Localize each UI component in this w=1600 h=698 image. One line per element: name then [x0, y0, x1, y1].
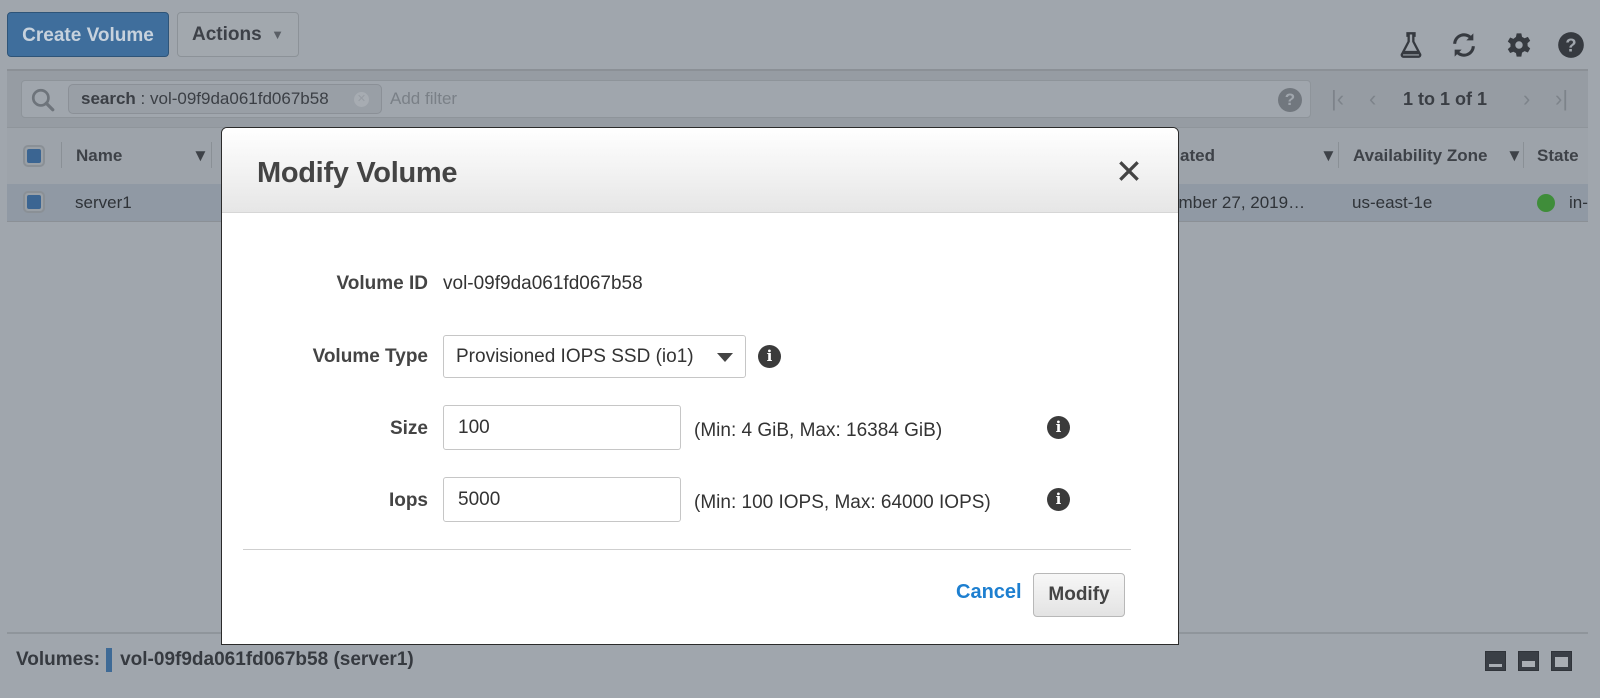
actions-dropdown-button[interactable]: Actions ▼: [177, 12, 299, 57]
volume-id-value: vol-09f9da061fd067b58: [443, 273, 643, 294]
column-header-availability-zone[interactable]: Availability Zone: [1353, 128, 1487, 183]
size-info-icon[interactable]: i: [1047, 416, 1070, 439]
layout-bottom-large-icon[interactable]: [1551, 651, 1572, 671]
search-filter-token[interactable]: search : vol-09f9da061fd067b58 ✕: [68, 84, 382, 114]
cancel-button[interactable]: Cancel: [956, 580, 1022, 604]
cell-created: ember 27, 2019…: [1169, 193, 1306, 212]
search-input[interactable]: search : vol-09f9da061fd067b58 ✕ Add fil…: [21, 80, 1311, 118]
create-volume-button[interactable]: Create Volume: [7, 12, 169, 57]
details-pane-selection: vol-09f9da061fd067b58 (server1): [120, 649, 414, 670]
size-hint: (Min: 4 GiB, Max: 16384 GiB): [694, 420, 943, 441]
sort-icon[interactable]: ▼: [1506, 128, 1523, 183]
last-page-icon[interactable]: ›|: [1555, 71, 1568, 127]
details-pane-label: Volumes:: [16, 649, 101, 670]
modify-button[interactable]: Modify: [1033, 573, 1125, 617]
iops-info-icon[interactable]: i: [1047, 488, 1070, 511]
sort-icon[interactable]: ▼: [1320, 128, 1337, 183]
sort-icon[interactable]: ▼: [192, 128, 209, 183]
details-pane-title: Volumes: vol-09f9da061fd067b58 (server1): [16, 648, 414, 672]
remove-token-icon[interactable]: ✕: [354, 92, 369, 107]
column-header-separator: [1338, 142, 1339, 168]
column-header-state[interactable]: State: [1537, 128, 1579, 183]
search-icon: [30, 87, 56, 113]
layout-bottom-medium-icon[interactable]: [1518, 651, 1539, 671]
dialog-title: Modify Volume: [257, 157, 458, 189]
token-value: vol-09f9da061fd067b58: [150, 89, 329, 108]
volume-type-info-icon[interactable]: i: [758, 345, 781, 368]
cell-name: server1: [75, 193, 132, 212]
help-icon[interactable]: ?: [1557, 31, 1585, 59]
size-label: Size: [389, 418, 428, 439]
column-header-created[interactable]: ated: [1180, 128, 1215, 183]
volume-id-label: Volume ID: [336, 273, 429, 294]
row-checkbox[interactable]: [23, 191, 45, 213]
modify-volume-dialog: Modify Volume Volume ID vol-09f9da061fd0…: [221, 127, 1179, 645]
next-page-icon[interactable]: ›: [1523, 71, 1530, 127]
cell-availability-zone: us-east-1e: [1352, 193, 1433, 212]
filter-bar: search : vol-09f9da061fd067b58 ✕ Add fil…: [7, 69, 1588, 127]
column-header-name[interactable]: Name: [76, 128, 122, 183]
dialog-divider: [243, 549, 1131, 550]
svg-text:?: ?: [1565, 34, 1576, 55]
add-filter-placeholder[interactable]: Add filter: [390, 81, 457, 117]
iops-label: Iops: [388, 490, 428, 511]
volume-type-select[interactable]: Provisioned IOPS SSD (io1): [443, 335, 746, 378]
pagination-text: 1 to 1 of 1: [1403, 89, 1488, 109]
first-page-icon[interactable]: |‹: [1331, 71, 1344, 127]
select-all-checkbox[interactable]: [23, 145, 45, 167]
dropdown-caret-icon: [717, 353, 733, 362]
dialog-header: Modify Volume: [222, 128, 1178, 213]
iops-hint: (Min: 100 IOPS, Max: 64000 IOPS): [694, 492, 991, 513]
column-separator: [1523, 142, 1524, 168]
prev-page-icon[interactable]: ‹: [1369, 71, 1376, 127]
volume-type-selected: Provisioned IOPS SSD (io1): [456, 346, 694, 367]
chevron-down-icon: ▼: [271, 27, 284, 42]
beaker-icon[interactable]: [1397, 31, 1425, 59]
iops-input[interactable]: [443, 477, 681, 522]
pagination: |‹ ‹ 1 to 1 of 1 › ›|: [1327, 71, 1597, 127]
gear-icon[interactable]: [1505, 31, 1533, 59]
refresh-icon[interactable]: [1450, 31, 1478, 59]
column-separator: [211, 142, 212, 168]
layout-bottom-small-icon[interactable]: [1485, 651, 1506, 671]
selection-marker: [106, 648, 113, 672]
volume-type-label: Volume Type: [312, 346, 428, 367]
actions-label: Actions: [192, 24, 262, 45]
token-key: search: [81, 89, 136, 108]
token-separator: :: [135, 89, 150, 108]
toolbar: Create Volume Actions ▼ ?: [0, 0, 1600, 70]
cell-state: in-: [1569, 193, 1588, 212]
size-input[interactable]: [443, 405, 681, 450]
column-separator: [61, 142, 62, 168]
search-help-icon[interactable]: ?: [1278, 88, 1302, 112]
close-icon[interactable]: [1116, 158, 1142, 184]
state-indicator-icon: [1537, 194, 1555, 212]
